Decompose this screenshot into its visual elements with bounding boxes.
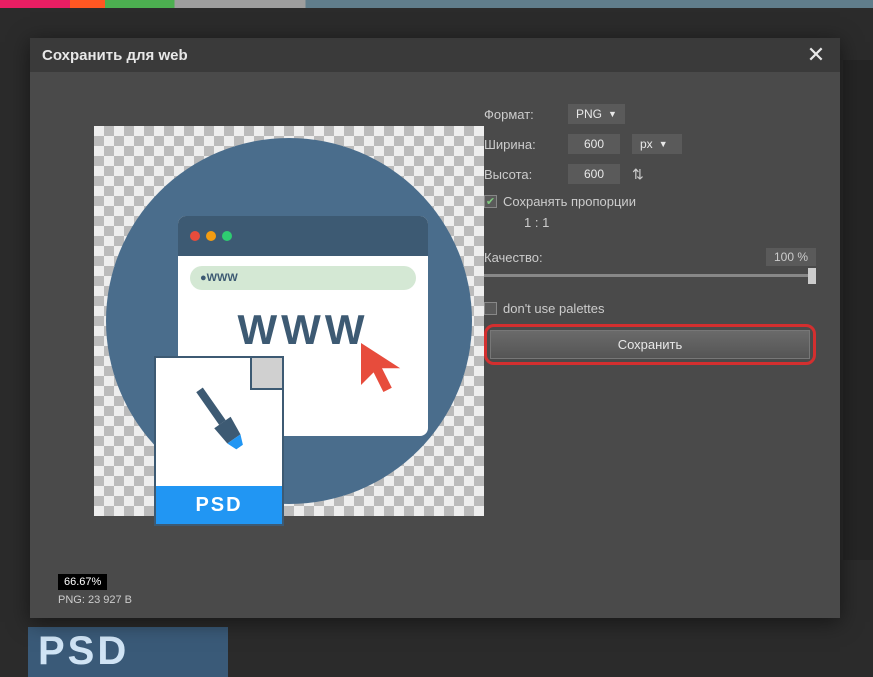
dont-use-palettes-checkbox[interactable] [484,302,497,315]
url-bar: ● WWW [190,266,416,290]
dialog-titlebar: Сохранить для web ✕ [30,38,840,72]
status-bar: 66.67% PNG: 23 927 B [58,572,132,606]
psd-file-graphic: PSD [154,356,284,526]
chevron-down-icon: ▼ [608,109,617,119]
dont-use-palettes-row[interactable]: don't use palettes [484,301,816,316]
width-input[interactable] [568,134,620,154]
psd-fold-corner [250,358,282,390]
format-value: PNG [576,107,602,121]
file-size-info: PNG: 23 927 B [58,594,132,606]
save-for-web-dialog: Сохранить для web ✕ ● WWW WWW [30,38,840,618]
format-label: Формат: [484,107,556,122]
dialog-title: Сохранить для web [42,47,188,64]
width-unit-select[interactable]: px ▼ [632,134,682,154]
controls-panel: Формат: PNG ▼ Ширина: px ▼ Высота: ⇅ [484,96,816,516]
quality-slider[interactable] [484,274,816,277]
aspect-ratio: 1 : 1 [524,215,816,230]
quality-label: Качество: [484,250,543,265]
close-icon[interactable]: ✕ [804,43,828,67]
keep-proportions-row[interactable]: ✔ Сохранять пропорции [484,194,816,209]
right-tool-panel [843,60,873,560]
window-dot-green [222,231,232,241]
width-label: Ширина: [484,137,556,152]
url-text: WWW [207,272,238,284]
quality-value: 100 % [766,248,816,266]
format-select[interactable]: PNG ▼ [568,104,625,124]
height-label: Высота: [484,167,556,182]
color-strip [0,0,873,8]
psd-label: PSD [156,486,282,524]
zoom-level[interactable]: 66.67% [58,574,107,590]
chevron-down-icon: ▼ [659,139,668,149]
keep-proportions-checkbox[interactable]: ✔ [484,195,497,208]
save-button-highlight: Сохранить [484,324,816,365]
dont-use-palettes-label: don't use palettes [503,301,605,316]
keep-proportions-label: Сохранять пропорции [503,194,636,209]
height-input[interactable] [568,164,620,184]
thumbnail-area: PSD [28,627,228,677]
thumb-psd-text: PSD [28,627,228,676]
window-dot-yellow [206,231,216,241]
swap-dimensions-icon[interactable]: ⇅ [632,166,644,183]
psd-paper: PSD [154,356,284,526]
preview-canvas[interactable]: ● WWW WWW PSD [94,126,484,516]
browser-topbar [178,216,428,256]
preview-area: ● WWW WWW PSD [54,96,454,516]
slider-thumb[interactable] [808,268,816,284]
width-unit: px [640,137,653,151]
save-button[interactable]: Сохранить [490,330,810,359]
window-dot-red [190,231,200,241]
